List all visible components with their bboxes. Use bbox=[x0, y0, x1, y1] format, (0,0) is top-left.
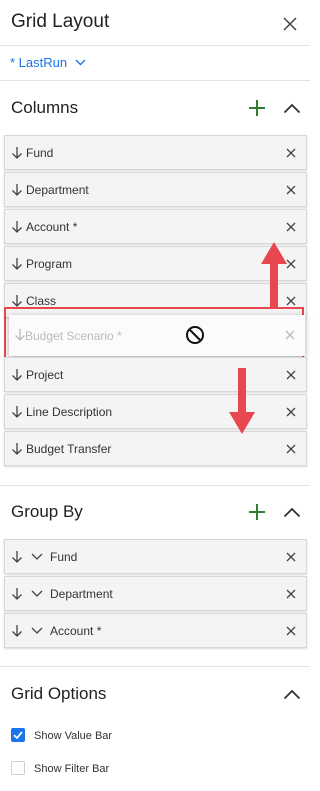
move-up-arrow-annotation bbox=[261, 242, 287, 308]
group-by-section-title: Group By bbox=[11, 502, 83, 521]
group-row[interactable]: Department bbox=[4, 576, 307, 611]
add-column-icon[interactable] bbox=[248, 99, 266, 117]
group-row[interactable]: Fund bbox=[4, 539, 307, 574]
move-down-arrow-annotation bbox=[229, 368, 255, 434]
columns-section-title: Columns bbox=[11, 98, 79, 117]
group-label: Account * bbox=[50, 624, 102, 638]
group-label: Department bbox=[50, 587, 113, 601]
remove-column-icon bbox=[285, 330, 295, 340]
column-label: Program bbox=[26, 257, 73, 271]
chevron-down-icon bbox=[75, 59, 86, 66]
sort-arrow-down-icon[interactable] bbox=[11, 146, 23, 160]
checkmark-icon bbox=[13, 731, 23, 740]
view-dropdown[interactable]: * LastRun bbox=[10, 55, 86, 70]
chevron-down-icon[interactable] bbox=[31, 552, 43, 562]
column-label: Budget Transfer bbox=[26, 442, 112, 456]
column-label: Project bbox=[26, 368, 64, 382]
collapse-columns-icon[interactable] bbox=[283, 102, 301, 114]
remove-group-icon[interactable] bbox=[286, 626, 296, 636]
divider bbox=[0, 666, 310, 667]
divider bbox=[0, 80, 310, 81]
column-label: Line Description bbox=[26, 405, 113, 419]
remove-column-icon[interactable] bbox=[286, 185, 296, 195]
remove-column-icon[interactable] bbox=[286, 444, 296, 454]
close-icon[interactable] bbox=[282, 16, 298, 32]
remove-group-icon[interactable] bbox=[286, 552, 296, 562]
show-value-bar-checkbox[interactable] bbox=[11, 728, 25, 742]
divider bbox=[0, 485, 310, 486]
panel-title: Grid Layout bbox=[11, 11, 110, 32]
column-label: Department bbox=[26, 183, 89, 197]
sort-arrow-down-icon[interactable] bbox=[11, 257, 23, 271]
sort-arrow-down-icon[interactable] bbox=[11, 550, 23, 564]
show-filter-bar-checkbox[interactable] bbox=[11, 761, 25, 775]
remove-column-icon[interactable] bbox=[286, 148, 296, 158]
panel-header: Grid Layout bbox=[0, 0, 310, 46]
sort-arrow-down-icon[interactable] bbox=[11, 442, 23, 456]
column-row[interactable]: Fund bbox=[4, 135, 307, 170]
view-dropdown-value: * LastRun bbox=[10, 55, 68, 70]
remove-group-icon[interactable] bbox=[286, 589, 296, 599]
collapse-grid-options-icon[interactable] bbox=[283, 688, 301, 700]
column-row[interactable]: Budget Transfer bbox=[4, 431, 307, 466]
sort-arrow-down-icon[interactable] bbox=[11, 624, 23, 638]
column-label: Fund bbox=[26, 146, 54, 160]
chevron-down-icon[interactable] bbox=[31, 589, 43, 599]
show-value-bar-label[interactable]: Show Value Bar bbox=[34, 730, 112, 742]
group-label: Fund bbox=[50, 550, 78, 564]
dragging-column-row[interactable]: Budget Scenario * bbox=[9, 315, 305, 356]
column-row[interactable]: Account * bbox=[4, 209, 307, 244]
sort-arrow-down-icon[interactable] bbox=[11, 405, 23, 419]
column-label: Account * bbox=[26, 220, 78, 234]
add-group-icon[interactable] bbox=[248, 503, 266, 521]
chevron-down-icon[interactable] bbox=[31, 626, 43, 636]
group-row[interactable]: Account * bbox=[4, 613, 307, 648]
sort-arrow-down-icon[interactable] bbox=[11, 368, 23, 382]
dragging-column-label: Budget Scenario * bbox=[25, 329, 122, 343]
sort-arrow-down-icon[interactable] bbox=[11, 294, 23, 308]
show-filter-bar-label[interactable]: Show Filter Bar bbox=[34, 763, 109, 775]
column-row[interactable]: Project bbox=[4, 357, 307, 392]
sort-arrow-down-icon[interactable] bbox=[11, 587, 23, 601]
column-label: Class bbox=[26, 294, 57, 308]
column-row[interactable]: Department bbox=[4, 172, 307, 207]
remove-column-icon[interactable] bbox=[286, 370, 296, 380]
remove-column-icon[interactable] bbox=[286, 407, 296, 417]
sort-arrow-down-icon[interactable] bbox=[11, 183, 23, 197]
collapse-group-by-icon[interactable] bbox=[283, 506, 301, 518]
column-row[interactable]: Line Description bbox=[4, 394, 307, 429]
remove-column-icon[interactable] bbox=[286, 222, 296, 232]
sort-arrow-down-icon[interactable] bbox=[11, 220, 23, 234]
grid-options-section-title: Grid Options bbox=[11, 684, 107, 703]
not-allowed-cursor-icon bbox=[186, 326, 204, 344]
